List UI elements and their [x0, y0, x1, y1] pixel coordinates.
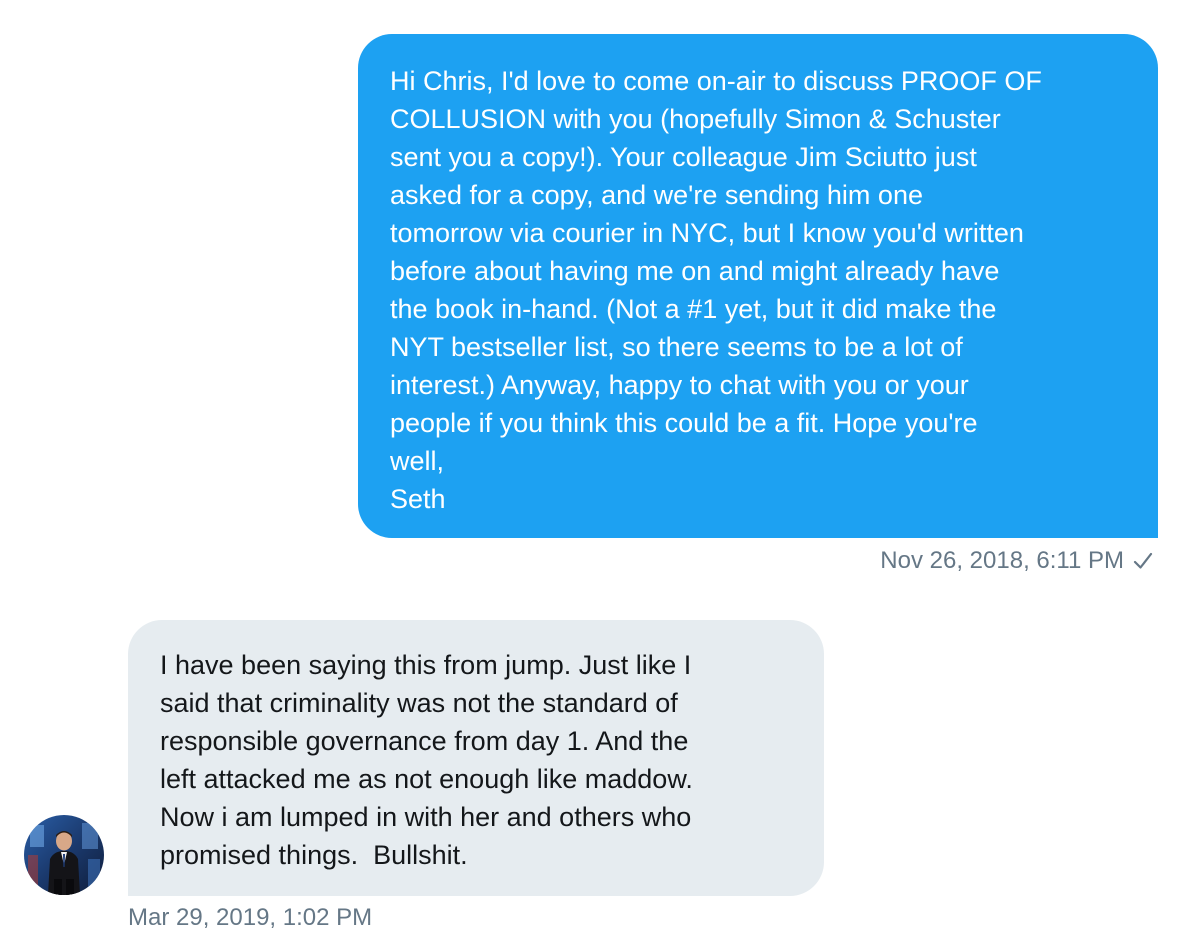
message-line: NYT bestseller list, so there seems to b…: [390, 332, 963, 362]
message-line: well,: [390, 446, 445, 476]
checkmark-icon: [1132, 550, 1154, 572]
message-line: I have been saying this from jump. Just …: [160, 650, 692, 680]
message-line: interest.) Anyway, happy to chat with yo…: [390, 370, 969, 400]
sent-message-meta: Nov 26, 2018, 6:11 PM: [880, 543, 1154, 579]
message-line: tomorrow via courier in NYC, but I know …: [390, 218, 1024, 248]
message-line: sent you a copy!). Your colleague Jim Sc…: [390, 142, 977, 172]
message-line: people if you think this could be a fit.…: [390, 408, 978, 438]
received-message-meta: Mar 29, 2019, 1:02 PM: [128, 900, 372, 936]
sent-timestamp: Nov 26, 2018, 6:11 PM: [880, 547, 1124, 574]
message-line: Hi Chris, I'd love to come on-air to dis…: [390, 66, 1042, 96]
received-timestamp: Mar 29, 2019, 1:02 PM: [128, 904, 373, 931]
message-line: the book in-hand. (Not a #1 yet, but it …: [390, 294, 997, 324]
message-line: before about having me on and might alre…: [390, 256, 1000, 286]
received-message-bubble: I have been saying this from jump. Just …: [128, 620, 824, 896]
sender-avatar[interactable]: [24, 815, 104, 895]
dm-conversation: { "conversation": { "sent_message": { "l…: [0, 0, 1178, 940]
message-line: responsible governance from day 1. And t…: [160, 726, 689, 756]
message-line: Seth: [390, 484, 446, 514]
message-line: COLLUSION with you (hopefully Simon & Sc…: [390, 104, 1001, 134]
message-line: Now i am lumped in with her and others w…: [160, 802, 692, 832]
message-line: left attacked me as not enough like madd…: [160, 764, 693, 794]
message-line: asked for a copy, and we're sending him …: [390, 180, 923, 210]
message-line: promised things. Bullshit.: [160, 840, 468, 870]
message-line: said that criminality was not the standa…: [160, 688, 678, 718]
sent-message-bubble: Hi Chris, I'd love to come on-air to dis…: [358, 34, 1158, 538]
